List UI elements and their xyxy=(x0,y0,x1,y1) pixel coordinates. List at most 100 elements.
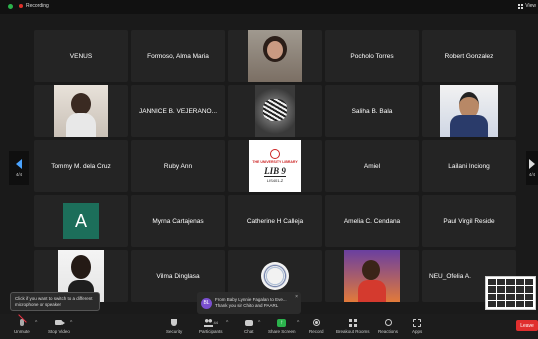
participants-button[interactable]: 44 Participants xyxy=(199,318,223,334)
share-screen-icon: ↑ xyxy=(277,318,287,327)
muted-mic-icon xyxy=(19,319,24,326)
participant-tile[interactable] xyxy=(228,30,322,82)
participant-tile[interactable] xyxy=(34,85,128,137)
unmute-label: Unmute xyxy=(14,329,30,334)
participant-name: Tommy M. dela Cruz xyxy=(51,162,111,170)
reactions-button[interactable]: Reactions xyxy=(378,318,398,334)
prev-page-button[interactable]: 4/4 xyxy=(9,151,29,185)
thumbnail-cell xyxy=(488,279,497,286)
library-seal-icon xyxy=(270,149,280,159)
chevron-up-icon[interactable]: ^ xyxy=(258,320,260,326)
share-screen-button[interactable]: ↑ Share Screen xyxy=(268,318,296,334)
chevron-up-icon[interactable]: ^ xyxy=(70,320,72,326)
participant-name: Pocholo Torres xyxy=(350,52,394,60)
participant-tile[interactable]: Amelia C. Cendana xyxy=(325,195,419,247)
participant-name: Lailani Inciong xyxy=(448,162,490,170)
avatar: A xyxy=(63,203,99,239)
participant-tile[interactable] xyxy=(325,250,419,302)
chat-message: From Baby Lynnie Fagalan to Eve... Thank… xyxy=(215,297,287,309)
thumbnail-cell xyxy=(506,293,515,300)
participant-tile[interactable] xyxy=(422,85,516,137)
participant-name: JANNICE B. VEJERANO... xyxy=(138,107,218,115)
library-org: THE UNIVERSITY LIBRARY xyxy=(252,160,298,164)
close-icon[interactable]: × xyxy=(295,294,298,300)
participant-tile[interactable]: Tommy M. dela Cruz xyxy=(34,140,128,192)
security-label: Security xyxy=(166,329,183,334)
participant-name: Formoso, Alma Maria xyxy=(147,52,209,60)
thumbnail-cell xyxy=(506,300,515,307)
participant-tile[interactable]: Pocholo Torres xyxy=(325,30,419,82)
participant-name: Robert Gonzalez xyxy=(444,52,494,60)
thumbnail-cell xyxy=(524,286,533,293)
next-page-button[interactable]: 4/4 xyxy=(526,151,538,185)
chevron-up-icon[interactable]: ^ xyxy=(35,320,37,326)
share-screen-label: Share Screen xyxy=(268,329,296,334)
library-card: THE UNIVERSITY LIBRARY LIB 9 LIS401-Z xyxy=(249,140,301,192)
grid-view-icon xyxy=(518,3,524,9)
participant-tile[interactable]: Formoso, Alma Maria xyxy=(131,30,225,82)
thumbnail-cell xyxy=(524,293,533,300)
thumbnail-cell xyxy=(515,300,524,307)
library-room: LIS401-Z xyxy=(266,178,284,183)
shield-icon xyxy=(171,319,178,326)
participants-label: Participants xyxy=(199,329,223,334)
chat-text: Thank you sir Chito and PAARL xyxy=(215,303,279,308)
participant-tile[interactable]: Myrna Cartajenas xyxy=(131,195,225,247)
participant-tile[interactable]: A xyxy=(34,195,128,247)
participant-tile[interactable]: Ruby Ann xyxy=(131,140,225,192)
page-indicator: 4/4 xyxy=(15,172,23,177)
chevron-up-icon[interactable]: ^ xyxy=(297,320,299,326)
participant-tile[interactable]: JANNICE B. VEJERANO... xyxy=(131,85,225,137)
thumbnail-cell xyxy=(497,286,506,293)
view-button[interactable]: View xyxy=(518,3,536,9)
recording-indicator[interactable]: Recording xyxy=(8,3,49,9)
participants-count: 44 xyxy=(213,320,218,325)
thumbnail-cell xyxy=(488,286,497,293)
apps-button[interactable]: Apps xyxy=(412,318,422,334)
chevron-up-icon[interactable]: ^ xyxy=(226,320,228,326)
breakout-rooms-button[interactable]: Breakout Rooms xyxy=(336,318,370,334)
participant-tile[interactable]: Lailani Inciong xyxy=(422,140,516,192)
chat-bubble-icon xyxy=(244,319,253,326)
participant-tile[interactable]: Catherine H Calleja xyxy=(228,195,322,247)
participant-tile[interactable]: Amiel xyxy=(325,140,419,192)
chevron-left-icon xyxy=(16,159,22,169)
stop-video-button[interactable]: Stop Video xyxy=(48,318,70,334)
thumbnail-cell xyxy=(524,300,533,307)
participant-name: Catherine H Calleja xyxy=(246,217,304,225)
apps-icon xyxy=(413,318,422,327)
thumbnail-cell xyxy=(497,279,506,286)
participant-name: Ruby Ann xyxy=(163,162,193,170)
participant-video xyxy=(344,250,400,302)
top-bar: Recording View xyxy=(0,0,538,14)
participant-tile[interactable]: THE UNIVERSITY LIBRARY LIB 9 LIS401-Z xyxy=(228,140,322,192)
participant-video xyxy=(255,85,295,137)
security-button[interactable]: Security xyxy=(166,318,182,334)
record-button[interactable]: Record xyxy=(309,318,324,334)
chat-button[interactable]: Chat xyxy=(244,318,254,334)
security-shield-icon xyxy=(8,3,13,9)
thumbnail-cell xyxy=(515,286,524,293)
participant-tile[interactable]: VENUS xyxy=(34,30,128,82)
participant-name: Amiel xyxy=(363,162,381,170)
library-title: LIB 9 xyxy=(264,166,286,177)
participant-tile[interactable] xyxy=(228,85,322,137)
chat-label: Chat xyxy=(244,329,254,334)
thumbnail-cell xyxy=(497,293,506,300)
thumbnail-cell xyxy=(515,279,524,286)
leave-button[interactable]: Leave xyxy=(516,320,538,331)
unmute-button[interactable]: Unmute xyxy=(14,318,30,334)
participant-name: Paul Virgil Reside xyxy=(443,217,495,225)
thumbnail-cell xyxy=(524,279,533,286)
breakout-rooms-label: Breakout Rooms xyxy=(336,329,370,334)
participant-tile[interactable]: Paul Virgil Reside xyxy=(422,195,516,247)
self-view-thumbnail[interactable] xyxy=(485,276,536,310)
apps-label: Apps xyxy=(412,329,423,334)
record-label: Record xyxy=(309,329,324,334)
chat-notification[interactable]: BL From Baby Lynnie Fagalan to Eve... Th… xyxy=(197,292,301,314)
audio-tooltip: Click if you want to switch to a differe… xyxy=(10,292,100,311)
participant-tile[interactable]: Robert Gonzalez xyxy=(422,30,516,82)
participant-tile[interactable]: Saliha B. Bala xyxy=(325,85,419,137)
participant-name: Myrna Cartajenas xyxy=(152,217,204,225)
participant-name: Vilma Dinglasa xyxy=(156,272,200,280)
